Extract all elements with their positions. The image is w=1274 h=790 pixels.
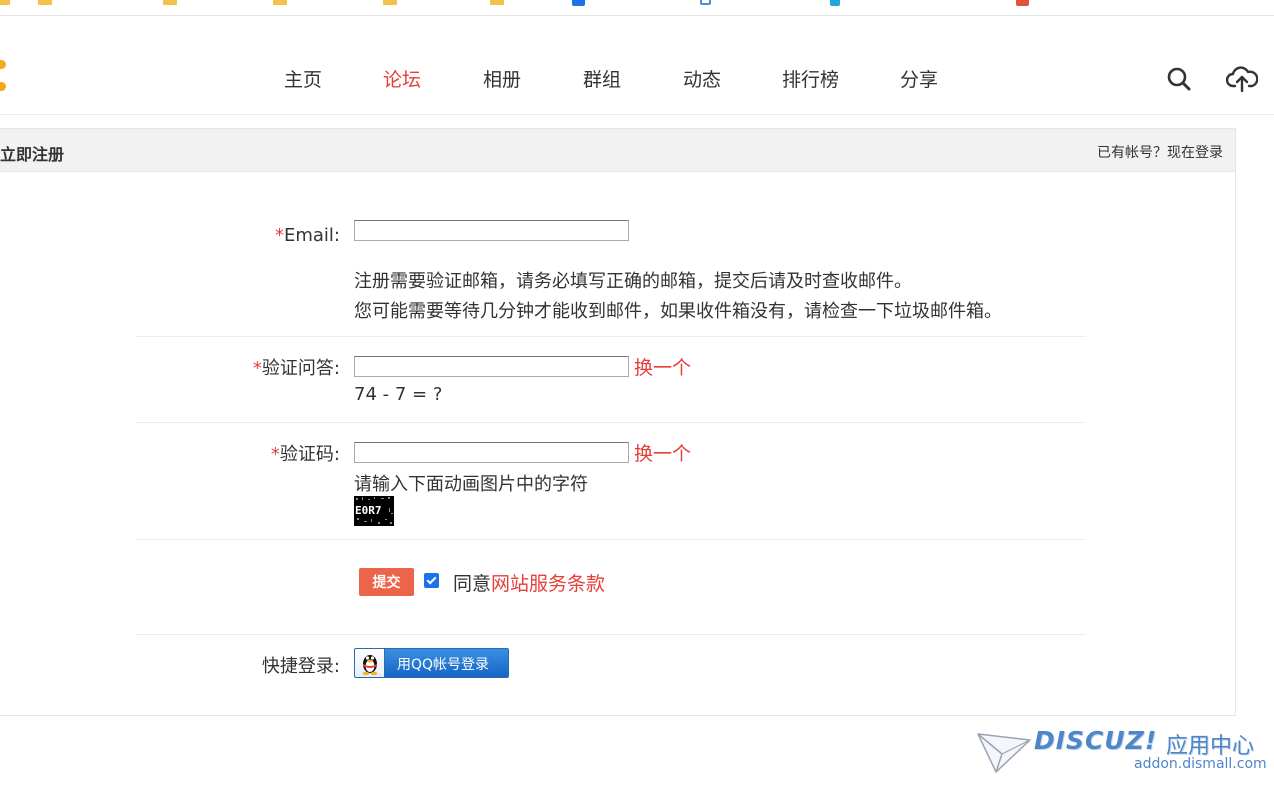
row-divider [136, 336, 1086, 337]
discuz-watermark: DISCUZ! 应用中心 addon.dismall.com [976, 726, 1267, 776]
captcha-label-text: 验证码: [279, 444, 340, 465]
required-mark: * [270, 444, 280, 465]
qq-penguin-icon [355, 649, 385, 677]
site-icon [572, 0, 585, 6]
nav-item-album[interactable]: 相册 [483, 65, 521, 92]
captcha-hint: 请输入下面动画图片中的字符 [354, 474, 588, 495]
site-icon [1016, 0, 1029, 6]
terms-link[interactable]: 网站服务条款 [491, 573, 605, 595]
question-label: *验证问答: [135, 354, 340, 380]
folder-icon [38, 0, 52, 5]
login-link[interactable]: 已有帐号？现在登录 [1097, 142, 1223, 162]
required-mark: * [274, 225, 284, 246]
search-icon[interactable] [1164, 64, 1194, 94]
folder-icon [273, 0, 287, 5]
nav-item-feed[interactable]: 动态 [683, 65, 721, 92]
qq-login-button[interactable]: 用QQ帐号登录 [354, 648, 509, 678]
bookmark-folder[interactable] [273, 0, 291, 6]
bookmark-item[interactable] [0, 0, 14, 6]
captcha-label: *验证码: [135, 440, 340, 466]
question-answer-input[interactable] [354, 356, 629, 377]
agree-checkbox[interactable] [424, 573, 439, 588]
folder-icon [0, 0, 10, 5]
agree-prefix: 同意 [453, 573, 492, 595]
paper-plane-icon [977, 733, 1031, 773]
folder-icon [163, 0, 177, 5]
change-captcha-link[interactable]: 换一个 [634, 439, 691, 466]
panel-header: 立即注册 已有帐号？现在登录 [0, 129, 1235, 172]
bookmark-item[interactable] [572, 0, 585, 6]
email-hint-2: 您可能需要等待几分钟才能收到邮件，如果收件箱没有，请检查一下垃圾邮件箱。 [354, 301, 1002, 322]
nav-item-ranking[interactable]: 排行榜 [782, 65, 839, 92]
site-icon [700, 0, 711, 5]
quick-login-label: 快捷登录: [261, 656, 340, 677]
bookmark-item[interactable] [830, 0, 840, 6]
bookmarks-bar [0, 0, 1274, 16]
question-label-text: 验证问答: [261, 358, 340, 379]
bookmark-item[interactable] [700, 0, 711, 6]
question-text: 74 - 7 = ? [354, 384, 443, 405]
email-label: *Email: [135, 225, 340, 246]
agree-text: 同意网站服务条款 [453, 569, 605, 596]
nav-item-forum[interactable]: 论坛 [383, 65, 421, 92]
main-nav: 主页 论坛 相册 群组 动态 排行榜 分享 [0, 65, 1274, 91]
bookmark-folder[interactable] [163, 0, 181, 6]
captcha-input[interactable] [354, 442, 629, 463]
row-divider [136, 422, 1086, 423]
change-question-link[interactable]: 换一个 [634, 353, 691, 380]
folder-icon [490, 0, 504, 5]
site-header: 主页 论坛 相册 群组 动态 排行榜 分享 [0, 17, 1274, 115]
bookmark-folder[interactable] [38, 0, 56, 6]
submit-button[interactable]: 提交 [359, 568, 414, 596]
email-label-text: Email: [283, 225, 340, 246]
watermark-brand: DISCUZ! [1034, 726, 1158, 755]
row-divider [136, 539, 1086, 540]
nav-item-home[interactable]: 主页 [284, 65, 322, 92]
qq-login-label: 用QQ帐号登录 [397, 657, 490, 673]
page-title: 立即注册 [0, 145, 65, 164]
captcha-image[interactable]: E0R7 [354, 496, 394, 526]
nav-item-share[interactable]: 分享 [900, 65, 938, 92]
email-input[interactable] [354, 220, 629, 241]
bookmark-item[interactable] [1016, 0, 1029, 6]
bookmark-folder[interactable] [383, 0, 401, 6]
required-mark: * [252, 358, 262, 379]
folder-icon [383, 0, 397, 5]
cloud-upload-icon[interactable] [1225, 64, 1259, 94]
watermark-url: addon.dismall.com [1134, 756, 1267, 772]
bookmark-folder[interactable] [490, 0, 508, 6]
site-icon [830, 0, 840, 6]
email-hint-1: 注册需要验证邮箱，请务必填写正确的邮箱，提交后请及时查收邮件。 [354, 271, 912, 292]
row-divider [136, 634, 1086, 635]
nav-item-group[interactable]: 群组 [583, 65, 621, 92]
